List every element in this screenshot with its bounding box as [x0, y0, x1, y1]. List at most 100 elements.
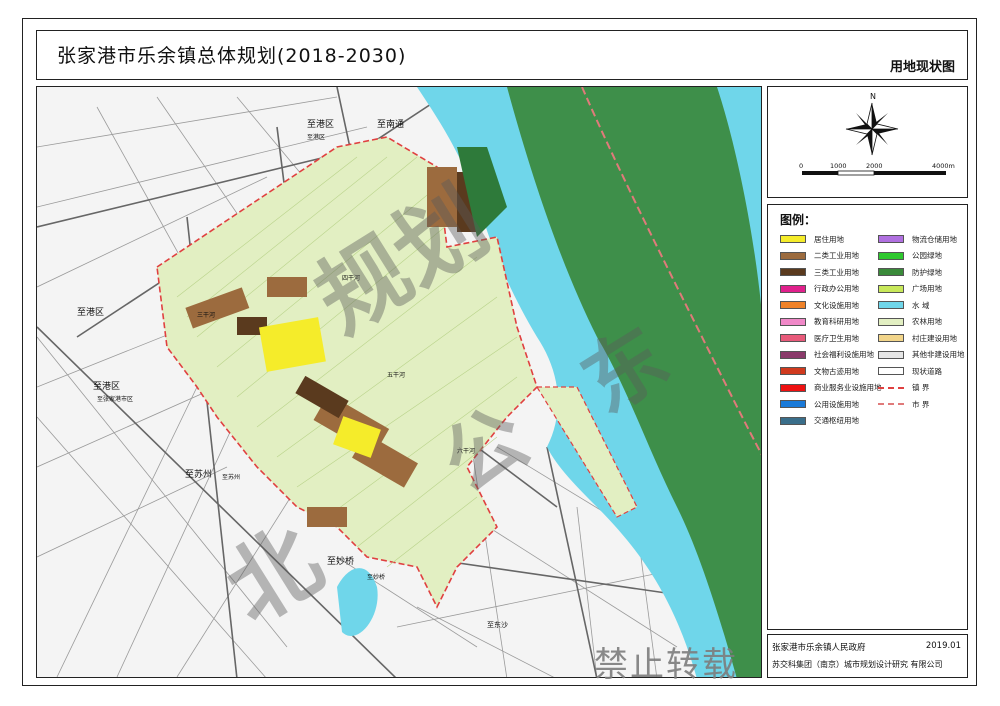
- legend-title: 图例：: [780, 213, 817, 227]
- sublabel-miaoqiao: 至妙桥: [367, 573, 385, 581]
- scale-bar: [802, 170, 946, 176]
- org-government: 张家港市乐余镇人民政府: [772, 643, 866, 653]
- legend-swatch: [878, 386, 904, 389]
- compass-scale-block: N 0 1000 2000 4000m: [767, 86, 968, 198]
- scale-tick-1000: 1000: [830, 162, 847, 170]
- legend-label: 居住用地: [814, 234, 844, 244]
- legend-label: 公园绿地: [912, 251, 942, 261]
- legend-swatch: [878, 317, 904, 326]
- legend-label: 文化设施用地: [814, 300, 859, 310]
- sublabel-gangqu: 至港区: [307, 133, 325, 141]
- legend-left-item: 教育科研用地: [780, 314, 882, 331]
- legend-swatch: [780, 400, 806, 409]
- legend-label: 现状道路: [912, 366, 942, 376]
- label-to-gangqu-top: 至港区: [307, 118, 334, 130]
- legend-swatch: [780, 251, 806, 260]
- legend-label: 商业服务业设施用地: [814, 383, 882, 393]
- legend-swatch: [878, 350, 904, 359]
- legend-swatch: [780, 268, 806, 277]
- label-to-miaoqiao: 至妙桥: [327, 555, 354, 567]
- legend-label: 广场用地: [912, 284, 942, 294]
- sublabel-suzhou: 至苏州: [222, 473, 240, 481]
- legend-swatch: [878, 367, 904, 376]
- legend-label: 公用设施用地: [814, 399, 859, 409]
- legend-label: 市 界: [912, 399, 930, 409]
- legend-swatch: [780, 317, 806, 326]
- legend-left-item: 商业服务业设施用地: [780, 380, 882, 397]
- legend-label: 二类工业用地: [814, 251, 859, 261]
- legend-right-item: 水 域: [878, 297, 965, 314]
- legend-label: 行政办公用地: [814, 284, 859, 294]
- map-name: 用地现状图: [889, 60, 955, 75]
- legend-left-item: 公用设施用地: [780, 396, 882, 413]
- legend-left-item: 居住用地: [780, 231, 882, 248]
- legend-swatch: [780, 301, 806, 310]
- north-arrow-icon: N 0 1000 2000 4000m: [799, 92, 955, 176]
- legend-label: 社会福利设施用地: [814, 350, 874, 360]
- legend-column-left: 居住用地二类工业用地 三类工业用地 行政办公用地 文化设施用地 教育科研用地 医疗卫生用地…: [780, 231, 882, 429]
- sublabel-city: 至张家港市区: [97, 395, 133, 403]
- legend-swatch: [878, 251, 904, 260]
- label-to-suzhou: 至苏州: [185, 468, 212, 480]
- label-to-gangqu-low: 至港区: [93, 380, 120, 392]
- scale-tick-2000: 2000: [866, 162, 883, 170]
- org-designer: 苏交科集团（南京）城市规划设计研究 有限公司: [772, 660, 943, 669]
- legend-right-item: 镇 界: [878, 380, 965, 397]
- legend-column-right: 物流仓储用地 公园绿地防护绿地广场用地水 域农林用地村庄建设用地 其他非建设用地 现状…: [878, 231, 965, 413]
- side-panel: N 0 1000 2000 4000m 图例： 居住用地 二类工业用地 三类工业…: [767, 86, 968, 678]
- legend-swatch: [878, 284, 904, 293]
- label-to-gangqu-mid: 至港区: [77, 306, 104, 318]
- legend-label: 镇 界: [912, 383, 930, 393]
- watermark-text: 禁止转载: [594, 645, 738, 685]
- legend-right-item: 市 界: [878, 396, 965, 413]
- legend-right-item: 物流仓储用地: [878, 231, 965, 248]
- legend-left-item: 行政办公用地: [780, 281, 882, 298]
- legend-left-item: 二类工业用地: [780, 248, 882, 265]
- scale-tick-4000: 4000m: [932, 162, 955, 170]
- title-block: 张家港市乐余镇总体规划(2018-2030) 用地现状图: [36, 30, 968, 80]
- legend-label: 农林用地: [912, 317, 942, 327]
- legend-swatch: [878, 268, 904, 277]
- legend-swatch: [780, 416, 806, 425]
- legend: 图例： 居住用地二类工业用地 三类工业用地 行政办公用地 文化设施用地 教育科研用地 医疗…: [767, 204, 968, 630]
- legend-left-item: 社会福利设施用地: [780, 347, 882, 364]
- legend-label: 其他非建设用地: [912, 350, 965, 360]
- legend-swatch: [780, 350, 806, 359]
- legend-left-item: 文化设施用地: [780, 297, 882, 314]
- north-label: N: [870, 92, 876, 101]
- legend-swatch: [878, 235, 904, 244]
- legend-label: 防护绿地: [912, 267, 942, 277]
- legend-label: 村庄建设用地: [912, 333, 957, 343]
- legend-label: 物流仓储用地: [912, 234, 957, 244]
- legend-label: 教育科研用地: [814, 317, 859, 327]
- legend-label: 交通枢纽用地: [814, 416, 859, 426]
- legend-swatch: [878, 334, 904, 343]
- legend-right-item: 现状道路: [878, 363, 965, 380]
- legend-swatch: [780, 334, 806, 343]
- legend-label: 文物古迹用地: [814, 366, 859, 376]
- label-to-dongsha: 至东沙: [487, 620, 508, 629]
- legend-left-item: 医疗卫生用地: [780, 330, 882, 347]
- legend-right-item: 防护绿地: [878, 264, 965, 281]
- legend-right-item: 其他非建设用地: [878, 347, 965, 364]
- credits-block: 张家港市乐余镇人民政府 2019.01 苏交科集团（南京）城市规划设计研究 有限…: [767, 634, 968, 678]
- label-river-5: 五干河: [387, 371, 405, 379]
- legend-right-item: 农林用地: [878, 314, 965, 331]
- label-river-3: 三干河: [197, 311, 215, 319]
- legend-right-item: 广场用地: [878, 281, 965, 298]
- legend-swatch: [878, 403, 904, 406]
- land-use-map[interactable]: 至港区 至南通 至港区 至港区 至苏州 至妙桥 至东沙 至港区 至苏州 至张家港…: [36, 86, 762, 678]
- legend-left-item: 文物古迹用地: [780, 363, 882, 380]
- legend-swatch: [780, 367, 806, 376]
- legend-label: 医疗卫生用地: [814, 333, 859, 343]
- legend-swatch: [878, 301, 904, 310]
- legend-swatch: [780, 383, 806, 392]
- legend-label: 三类工业用地: [814, 267, 859, 277]
- label-to-nantong: 至南通: [377, 118, 404, 130]
- legend-label: 水 域: [912, 300, 930, 310]
- plan-title: 张家港市乐余镇总体规划(2018-2030): [57, 45, 407, 67]
- legend-swatch: [780, 284, 806, 293]
- legend-left-item: 交通枢纽用地: [780, 413, 882, 430]
- legend-right-item: 公园绿地: [878, 248, 965, 265]
- legend-right-item: 村庄建设用地: [878, 330, 965, 347]
